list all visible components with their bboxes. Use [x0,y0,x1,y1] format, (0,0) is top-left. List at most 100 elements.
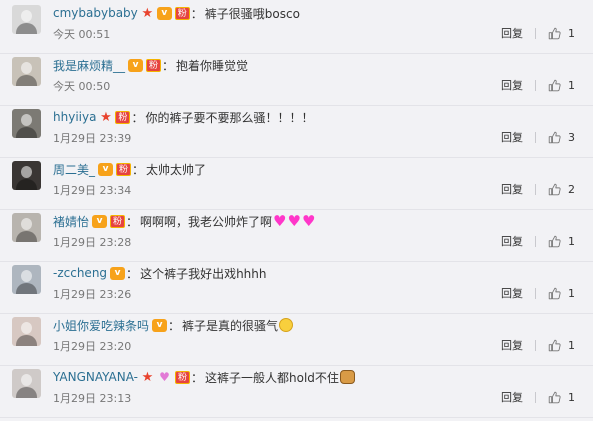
thumbs-up-icon [548,27,561,39]
thumbs-up-icon [548,79,561,91]
fan-badge-icon[interactable]: 粉 [146,58,162,72]
vip-badge-icon[interactable]: v [152,318,168,332]
comment-timestamp: 1月29日 23:39 [53,132,132,145]
heart-emoji-icon: ♥ [301,211,316,230]
comment-item: 我是麻烦精__ v 粉：抱着你睡觉觉 今天 00:50 回复 1 [0,54,593,106]
like-count: 3 [568,130,575,144]
vip-badge-icon[interactable]: v [98,162,114,176]
comment-timestamp: 今天 00:51 [53,28,111,41]
divider [535,287,536,299]
comment-item: 小姐你爱吃辣条吗 v：裤子是真的很骚气 1月29日 23:20 回复 1 [0,314,593,366]
comment-username[interactable]: 我是麻烦精__ [53,57,125,74]
comment-actions: 回复 1 [501,337,575,353]
comment-timestamp: 1月29日 23:28 [53,236,132,249]
vip-badge-icon[interactable]: v [128,58,144,72]
comment-text: 这裤子一般人都hold不住 [205,370,339,385]
reply-button[interactable]: 回复 [501,181,523,197]
like-button[interactable]: 3 [548,131,575,144]
comment-text: 你的裤子要不要那么骚！！！！ [145,110,314,125]
reply-button[interactable]: 回复 [501,389,523,405]
comment-text: 太帅太帅了 [146,162,207,177]
star-badge-icon[interactable]: ★ [141,7,154,20]
comment-item: 褚婧怡 v 粉：啊啊啊，我老公帅炸了啊 ♥ ♥ ♥ 1月29日 23:28 回复 1 [0,210,593,262]
like-button[interactable]: 2 [548,183,575,196]
thumbs-up-icon [548,339,561,351]
colon-separator: ： [190,6,203,21]
reply-button[interactable]: 回复 [501,233,523,249]
colon-separator: ： [162,58,175,73]
like-count: 2 [568,182,575,196]
like-count: 1 [568,234,575,248]
like-button[interactable]: 1 [548,339,575,352]
star-badge-icon[interactable]: ★ [99,111,112,124]
fan-badge-icon[interactable]: 粉 [110,214,126,228]
colon-separator: ： [126,214,139,229]
colon-separator: ： [126,266,139,281]
comment-username[interactable]: hhyiiya [53,110,96,124]
comment-item: hhyiiya ★ 粉：你的裤子要不要那么骚！！！！ 1月29日 23:39 回复 3 [0,106,593,158]
avatar[interactable] [12,109,41,138]
like-count: 1 [568,26,575,40]
vip-badge-icon[interactable]: v [92,214,108,228]
colon-separator: ： [132,162,145,177]
avatar[interactable] [12,369,41,398]
vip-badge-icon[interactable]: v [156,6,172,20]
comment-actions: 回复 1 [501,285,575,301]
thumbs-up-icon [548,391,561,403]
divider [535,235,536,247]
divider [535,27,536,39]
comment-username[interactable]: cmybabybaby [53,6,138,20]
dog-emoji-icon [339,370,355,384]
like-button[interactable]: 1 [548,79,575,92]
like-button[interactable]: 1 [548,27,575,40]
comment-timestamp: 1月29日 23:34 [53,184,132,197]
fan-badge-icon[interactable]: 粉 [116,162,132,176]
comment-actions: 回复 1 [501,233,575,249]
comment-actions: 回复 1 [501,77,575,93]
comment-actions: 回复 3 [501,129,575,145]
comment-actions: 回复 2 [501,181,575,197]
reply-button[interactable]: 回复 [501,77,523,93]
comment-timestamp: 1月29日 23:13 [53,392,132,405]
like-button[interactable]: 1 [548,287,575,300]
comment-actions: 回复 1 [501,25,575,41]
comment-timestamp: 1月29日 23:26 [53,288,132,301]
comment-timestamp: 1月29日 23:20 [53,340,132,353]
comment-item: -zccheng v：这个裤子我好出戏hhhh 1月29日 23:26 回复 1 [0,262,593,314]
bow-badge-icon[interactable]: ♥ [157,370,172,384]
avatar[interactable] [12,57,41,86]
colon-separator: ： [191,370,204,385]
thumbs-up-icon [548,131,561,143]
reply-button[interactable]: 回复 [501,129,523,145]
like-button[interactable]: 1 [548,235,575,248]
comment-item: YANGNAYANA- ★ ♥ 粉：这裤子一般人都hold不住 1月29日 23:13 回… [0,366,593,418]
avatar[interactable] [12,5,41,34]
avatar[interactable] [12,265,41,294]
comment-username[interactable]: YANGNAYANA- [53,370,138,384]
reply-button[interactable]: 回复 [501,285,523,301]
divider [535,183,536,195]
fan-badge-icon[interactable]: 粉 [174,6,190,20]
like-count: 1 [568,390,575,404]
comment-item: cmybabybaby ★ v 粉：裤子很骚哦bosco 今天 00:51 回复 1 [0,2,593,54]
avatar[interactable] [12,161,41,190]
comment-username[interactable]: -zccheng [53,266,107,280]
vip-badge-icon[interactable]: v [110,266,126,280]
comment-username[interactable]: 周二美_ [53,161,95,178]
comment-username[interactable]: 褚婧怡 [53,213,89,230]
comment-username[interactable]: 小姐你爱吃辣条吗 [53,317,149,334]
fan-badge-icon[interactable]: 粉 [175,370,190,384]
thumbs-up-icon [548,235,561,247]
reply-button[interactable]: 回复 [501,337,523,353]
thumbs-up-icon [548,183,561,195]
star-badge-icon[interactable]: ★ [141,371,154,384]
comment-list: cmybabybaby ★ v 粉：裤子很骚哦bosco 今天 00:51 回复 1 我是麻烦… [0,0,593,421]
like-button[interactable]: 1 [548,391,575,404]
avatar[interactable] [12,317,41,346]
divider [535,131,536,143]
heart-emoji-icon: ♥ [273,211,287,230]
avatar[interactable] [12,213,41,242]
heart-emoji-icon: ♥ [287,211,301,230]
reply-button[interactable]: 回复 [501,25,523,41]
fan-badge-icon[interactable]: 粉 [115,110,131,124]
